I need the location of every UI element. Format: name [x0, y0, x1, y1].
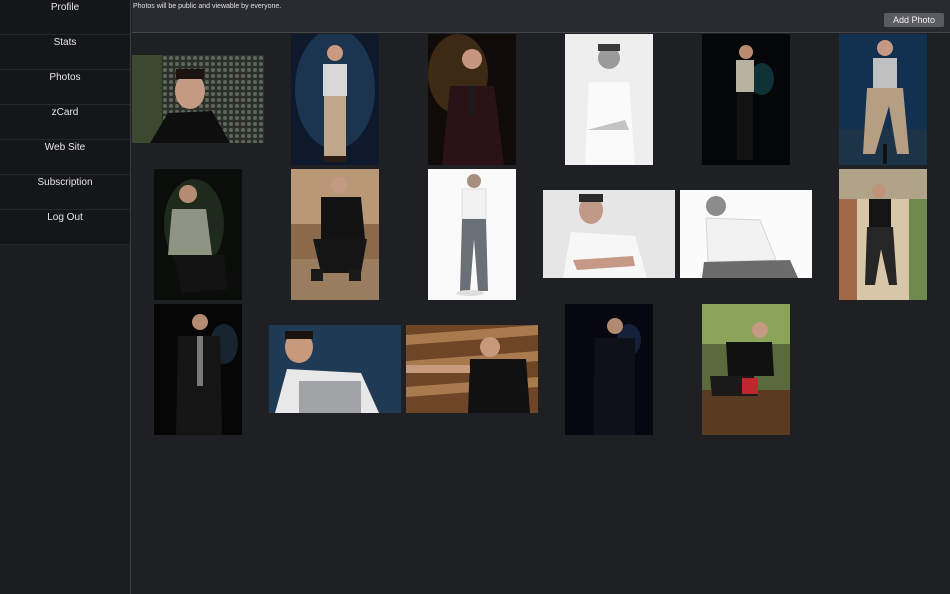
photo-thumbnail[interactable] [702, 34, 790, 165]
photo-thumbnail[interactable] [154, 169, 242, 300]
sidebar-item-photos[interactable]: Photos [0, 70, 130, 105]
public-notice: Photos will be public and viewable by ev… [133, 3, 282, 10]
photo-thumbnail[interactable] [132, 55, 264, 143]
photo-thumbnail[interactable] [269, 325, 401, 413]
photo-thumbnail[interactable] [154, 304, 242, 435]
sidebar-item-web-site[interactable]: Web Site [0, 140, 130, 175]
add-photo-button[interactable]: Add Photo [884, 13, 944, 27]
photo-thumbnail[interactable] [565, 34, 653, 165]
photo-thumbnail[interactable] [702, 304, 790, 435]
sidebar-item-stats[interactable]: Stats [0, 35, 130, 70]
sidebar-item-profile[interactable]: Profile [0, 0, 130, 35]
photo-thumbnail[interactable] [291, 169, 379, 300]
sidebar-item-log-out[interactable]: Log Out [0, 210, 130, 245]
photo-thumbnail[interactable] [428, 169, 516, 300]
photos-header: Photos will be public and viewable by ev… [132, 0, 950, 33]
photo-thumbnail[interactable] [839, 169, 927, 300]
photo-thumbnail[interactable] [680, 190, 812, 278]
sidebar: Profile Stats Photos zCard Web Site Subs… [0, 0, 131, 594]
photo-thumbnail[interactable] [565, 304, 653, 435]
sidebar-item-subscription[interactable]: Subscription [0, 175, 130, 210]
photo-thumbnail[interactable] [839, 34, 927, 165]
photo-thumbnail[interactable] [291, 34, 379, 165]
photo-thumbnail[interactable] [406, 325, 538, 413]
photo-thumbnail[interactable] [428, 34, 516, 165]
photo-thumbnail[interactable] [543, 190, 675, 278]
sidebar-item-zcard[interactable]: zCard [0, 105, 130, 140]
